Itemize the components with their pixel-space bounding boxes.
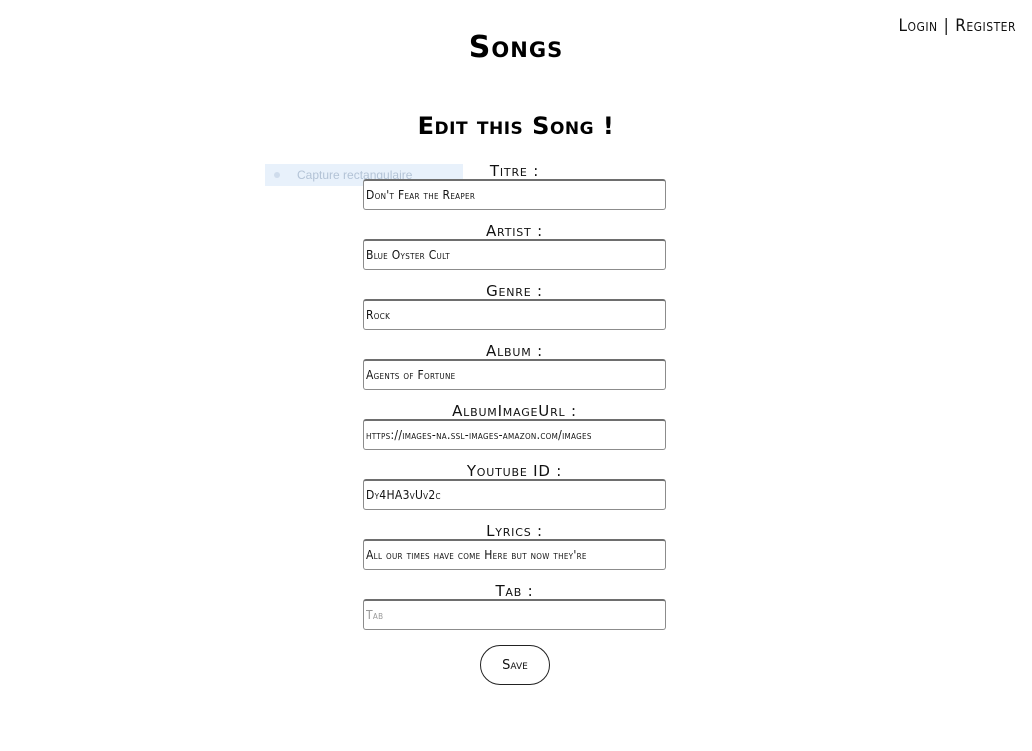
field-artist: Artist : xyxy=(363,220,666,280)
genre-label: Genre : xyxy=(486,282,543,300)
youtube-id-input[interactable] xyxy=(363,479,666,510)
genre-input[interactable] xyxy=(363,299,666,330)
artist-label: Artist : xyxy=(486,222,543,240)
lyrics-label: Lyrics : xyxy=(486,522,543,540)
field-tab: Tab : xyxy=(363,580,666,640)
tab-label: Tab : xyxy=(495,582,534,600)
title-input[interactable] xyxy=(363,179,666,210)
album-image-url-label: AlbumImageUrl : xyxy=(452,402,577,420)
page-heading: Edit this Song ! xyxy=(417,112,615,140)
field-album: Album : xyxy=(363,340,666,400)
artist-input[interactable] xyxy=(363,239,666,270)
album-image-url-input[interactable] xyxy=(363,419,666,450)
field-genre: Genre : xyxy=(363,280,666,340)
field-lyrics: Lyrics : xyxy=(363,520,666,580)
album-label: Album : xyxy=(486,342,543,360)
field-title: Titre : xyxy=(363,160,666,220)
field-album-image-url: AlbumImageUrl : xyxy=(363,400,666,460)
site-title[interactable]: Songs xyxy=(0,30,1032,65)
lyrics-input[interactable] xyxy=(363,539,666,570)
youtube-id-label: Youtube ID : xyxy=(466,462,563,480)
page: Login | Register Songs Edit this Song ! Ca… xyxy=(0,0,1032,751)
album-input[interactable] xyxy=(363,359,666,390)
tab-input[interactable] xyxy=(363,599,666,630)
edit-song-form: Titre : Artist : Genre : Album : AlbumIm… xyxy=(363,160,666,640)
title-label: Titre : xyxy=(489,162,540,180)
save-button[interactable]: Save xyxy=(480,645,550,685)
field-youtube-id: Youtube ID : xyxy=(363,460,666,520)
capture-dot-icon xyxy=(274,172,280,178)
